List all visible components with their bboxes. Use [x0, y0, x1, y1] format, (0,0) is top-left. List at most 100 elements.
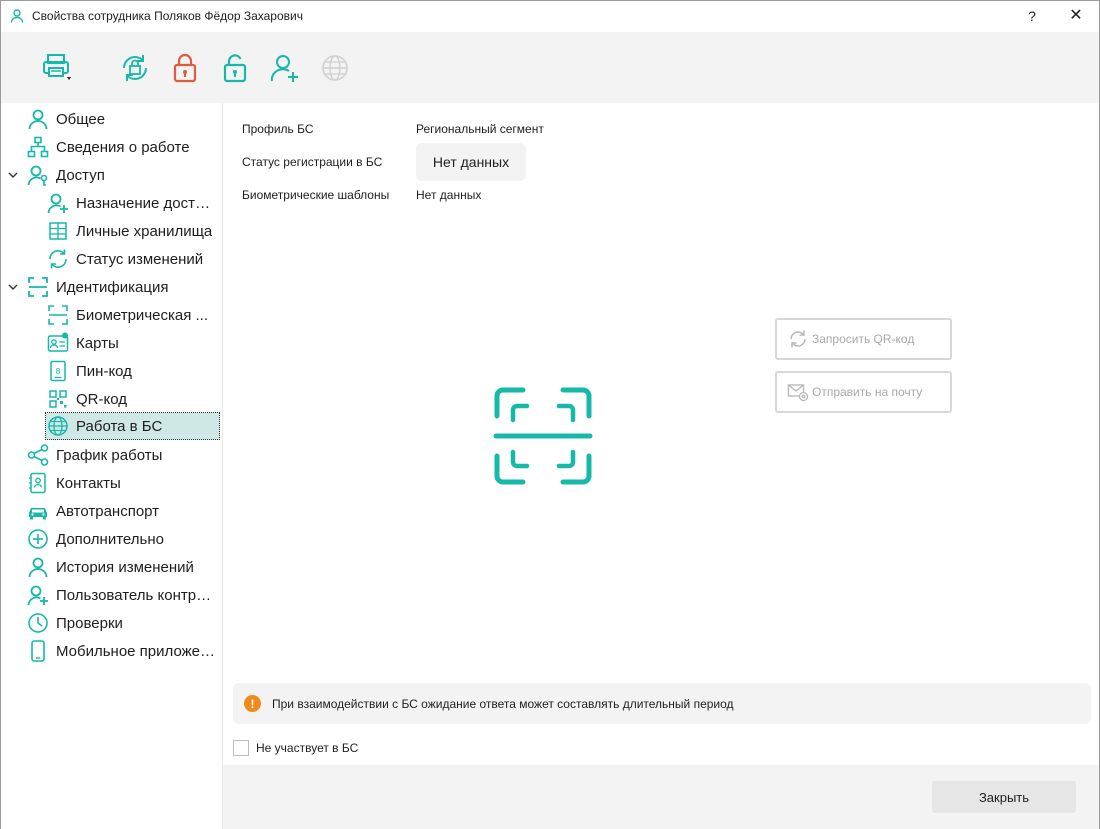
toolbar — [1, 32, 1099, 103]
sidebar-item-vehicles[interactable]: Автотранспорт — [27, 498, 217, 524]
sidebar-item-schedule[interactable]: График работы — [27, 442, 217, 468]
sidebar-item-history[interactable]: История изменений — [27, 554, 217, 580]
chevron-down-icon[interactable] — [6, 168, 20, 182]
sidebar-item-label: Контакты — [56, 474, 121, 492]
org-chart-icon — [27, 136, 49, 158]
sidebar-item-label: Мобильное приложение — [56, 642, 217, 660]
profile-label: Профиль БС — [242, 122, 314, 136]
request-qr-button[interactable]: Запросить QR-код — [775, 318, 952, 360]
info-banner: ! При взаимодействии с БС ожидание ответ… — [233, 683, 1091, 724]
info-text: При взаимодействии с БС ожидание ответа … — [272, 696, 734, 711]
main-panel: Профиль БС Региональный сегмент Статус р… — [223, 103, 1099, 765]
sidebar-item-label: Личные хранилища — [76, 222, 213, 240]
title-bar: Свойства сотрудника Поляков Фёдор Захаро… — [1, 1, 1099, 32]
sidebar-item-label: Общее — [56, 110, 106, 128]
footer: Закрыть — [223, 765, 1099, 829]
add-user-button[interactable] — [268, 51, 302, 85]
car-icon — [27, 500, 49, 522]
plus-circle-icon — [27, 528, 49, 550]
unlock-button[interactable] — [218, 51, 252, 85]
close-window-button[interactable]: ✕ — [1065, 5, 1087, 27]
sidebar-item-label: Проверки — [56, 614, 123, 632]
add-user-icon — [270, 55, 298, 82]
lock-closed-icon — [173, 53, 197, 83]
sidebar-item-label: QR-код — [76, 390, 127, 408]
refresh-icon — [787, 328, 809, 350]
sidebar-item-label: Автотранспорт — [56, 502, 160, 520]
scan-face-icon — [47, 304, 69, 326]
refresh-icon — [47, 248, 69, 270]
sidebar-item-label: График работы — [56, 446, 163, 464]
user-plus-icon — [27, 584, 49, 606]
user-icon — [10, 9, 24, 23]
sync-lock-icon — [123, 55, 147, 81]
sidebar-item-label: Назначение доступа — [76, 194, 217, 212]
checkbox-box[interactable] — [233, 740, 249, 756]
sidebar-item-label: Доступ — [56, 166, 105, 184]
scan-icon — [27, 276, 49, 298]
sidebar-item-contacts[interactable]: Контакты — [27, 470, 217, 496]
qr-code-icon — [47, 388, 69, 410]
sidebar-item-cards[interactable]: Карты — [47, 330, 217, 356]
not-participating-checkbox[interactable]: Не участвует в БС — [233, 739, 358, 757]
printer-icon — [43, 54, 71, 80]
phone-icon — [27, 640, 49, 662]
sidebar-item-mobile-app[interactable]: Мобильное приложение — [27, 638, 217, 664]
sidebar-item-label: Идентификация — [56, 278, 169, 296]
window-title: Свойства сотрудника Поляков Фёдор Захаро… — [32, 9, 303, 23]
sidebar-item-label: Статус изменений — [76, 250, 204, 268]
sidebar-item-additional[interactable]: Дополнительно — [27, 526, 217, 552]
user-key-icon — [27, 164, 49, 186]
sidebar-item-label: Пин-код — [76, 362, 132, 380]
sidebar-item-identification[interactable]: Идентификация — [27, 274, 217, 300]
sidebar-item-general[interactable]: Общее — [27, 106, 217, 132]
send-mail-label: Отправить на почту — [812, 385, 923, 399]
sidebar-item-label: Карты — [76, 334, 119, 352]
mail-icon — [787, 381, 809, 403]
keypad-icon: 8 — [47, 360, 69, 382]
globe-icon — [322, 55, 348, 81]
lock-open-icon — [223, 54, 247, 83]
profile-value: Региональный сегмент — [416, 122, 544, 136]
request-qr-label: Запросить QR-код — [812, 332, 915, 346]
biometric-templates-label: Биометрические шаблоны — [242, 188, 390, 202]
sync-lock-button[interactable] — [118, 51, 152, 85]
send-mail-button[interactable]: Отправить на почту — [775, 371, 952, 413]
sidebar-item-access[interactable]: Доступ — [27, 162, 217, 188]
close-button[interactable]: Закрыть — [932, 781, 1076, 813]
sidebar-item-access-assignment[interactable]: Назначение доступа — [47, 190, 217, 216]
sidebar-item-checks[interactable]: Проверки — [27, 610, 217, 636]
sidebar-item-label: История изменений — [56, 558, 194, 576]
globe-button[interactable] — [318, 51, 352, 85]
registration-status-label: Статус регистрации в БС — [242, 155, 383, 169]
sidebar-item-label: Пользователь контроллера — [56, 586, 217, 604]
chevron-down-icon[interactable] — [6, 280, 20, 294]
not-participating-label: Не участвует в БС — [256, 741, 359, 755]
help-button[interactable]: ? — [1021, 5, 1043, 27]
sidebar-item-work-info[interactable]: Сведения о работе — [27, 134, 217, 160]
properties-window: Свойства сотрудника Поляков Фёдор Захаро… — [0, 0, 1100, 829]
share-icon — [27, 444, 49, 466]
user-icon — [27, 108, 49, 130]
print-button[interactable] — [41, 51, 75, 85]
sidebar-item-label: Сведения о работе — [56, 138, 190, 156]
sidebar-item-label: Биометрическая ... — [76, 306, 208, 324]
sidebar-item-controller-user[interactable]: Пользователь контроллера — [27, 582, 217, 608]
user-history-icon — [27, 556, 49, 578]
svg-text:8: 8 — [55, 367, 60, 376]
sidebar-item-change-status[interactable]: Статус изменений — [47, 246, 217, 272]
globe-icon — [47, 415, 69, 437]
biometric-templates-value: Нет данных — [416, 188, 482, 202]
sidebar-item-pin[interactable]: 8 Пин-код — [47, 358, 217, 384]
sidebar-item-qr[interactable]: QR-код — [47, 386, 217, 412]
sidebar-item-biometric[interactable]: Биометрическая ... — [47, 302, 217, 328]
id-card-icon — [47, 332, 69, 354]
locker-icon — [47, 220, 69, 242]
user-add-icon — [47, 192, 69, 214]
sidebar-item-personal-storage[interactable]: Личные хранилища — [47, 218, 217, 244]
lock-button[interactable] — [168, 51, 202, 85]
sidebar-item-label: Работа в БС — [76, 417, 163, 435]
warning-icon: ! — [244, 695, 261, 712]
contacts-icon — [27, 472, 49, 494]
sidebar-item-bs-work[interactable]: Работа в БС — [45, 412, 220, 440]
